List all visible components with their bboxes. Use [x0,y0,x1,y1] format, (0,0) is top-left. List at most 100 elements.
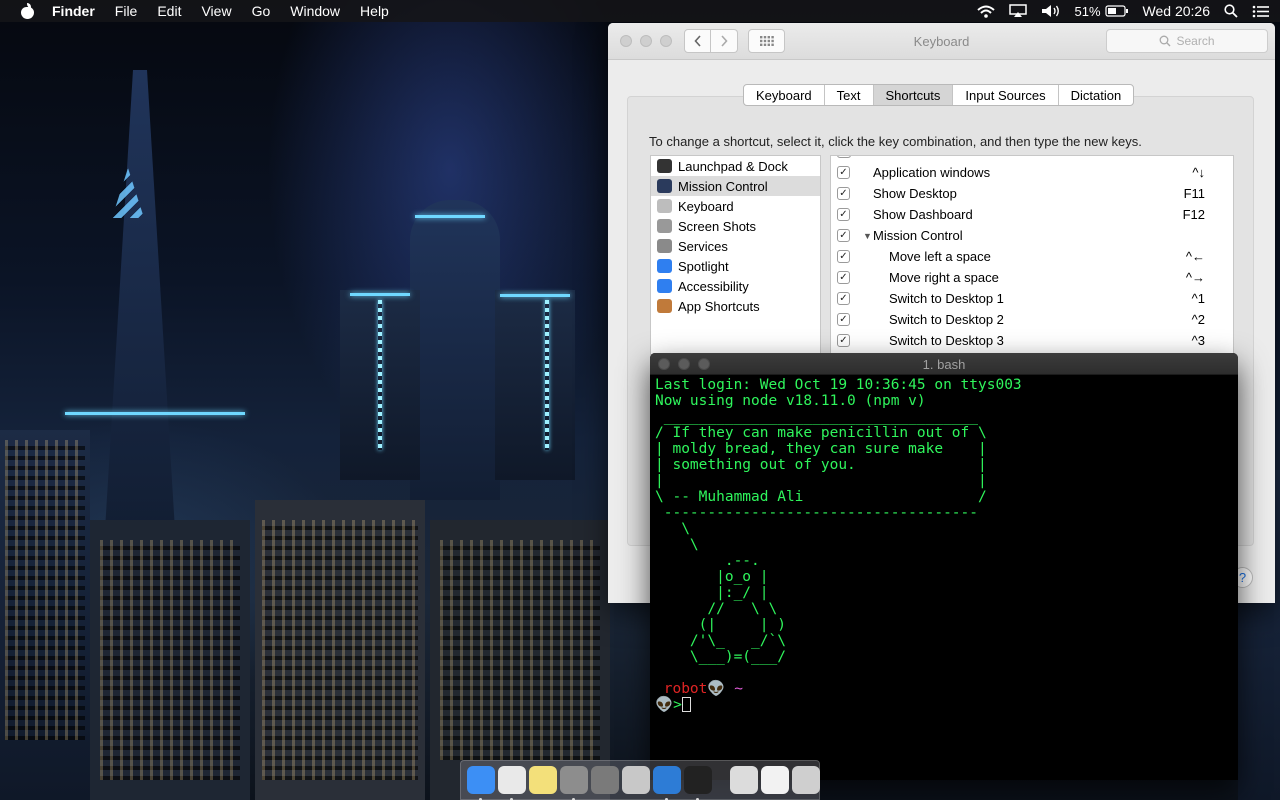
battery-icon[interactable] [1104,5,1129,17]
shortcut-key[interactable]: ^← [1186,249,1205,264]
shortcut-checkbox[interactable]: ✓ [837,250,850,263]
shortcut-row[interactable]: ✓ Application windows ^↓ [831,162,1231,183]
menu-view[interactable]: View [201,3,231,19]
screenshot-icon [657,219,672,233]
volume-icon[interactable] [1041,4,1061,18]
shortcut-label: Switch to Desktop 2 [889,312,1004,327]
disclosure-triangle-icon[interactable]: ▼ [863,231,872,241]
category-label: Keyboard [678,198,734,214]
alien-icon: 👽 [655,697,674,713]
mission-control-icon [657,179,672,193]
category-item[interactable]: Spotlight [651,256,820,276]
shortcut-key[interactable]: F11 [1184,186,1205,201]
category-item[interactable]: Screen Shots [651,216,820,236]
category-item[interactable]: Services [651,236,820,256]
shortcut-key[interactable]: ^→ [1186,270,1205,285]
shortcut-checkbox[interactable]: ✓ [837,229,850,242]
terminal-line: ____________________________________ [655,409,979,425]
launchpad-icon[interactable] [591,766,619,794]
system-preferences-icon[interactable] [560,766,588,800]
search-placeholder: Search [1176,34,1215,48]
downloads-stack-icon[interactable] [730,766,758,794]
category-label: Mission Control [678,178,768,194]
category-item[interactable]: Accessibility [651,276,820,296]
terminal-line: |:_/ | [655,585,769,601]
accessibility-icon [657,279,672,293]
prompt-line: robot👽 ~ [655,681,1234,697]
notes-icon[interactable] [529,766,557,794]
gear-icon [657,239,672,253]
terminal-icon[interactable] [684,766,712,800]
wifi-icon[interactable] [976,5,995,18]
category-item[interactable]: Mission Control [651,176,820,196]
shortcut-row[interactable]: ✓ ▼ Mission Control [831,225,1231,246]
notification-center-icon[interactable] [1252,5,1270,18]
menu-app-name[interactable]: Finder [52,3,95,19]
airplay-icon[interactable] [1008,4,1027,18]
category-item[interactable]: Launchpad & Dock [651,156,820,176]
shortcut-checkbox[interactable]: ✓ [837,187,850,200]
menu-bar: Finder File Edit View Go Window Help 51%… [0,0,1280,22]
menu-window[interactable]: Window [290,3,340,19]
trash-icon[interactable] [792,766,820,794]
category-item[interactable]: App Shortcuts [651,296,820,316]
shortcut-row[interactable]: ✓ Move left a space ^← [831,246,1231,267]
menu-file[interactable]: File [115,3,138,19]
prefs-titlebar[interactable]: Keyboard Search [608,23,1275,60]
terminal-window[interactable]: 1. bash Last login: Wed Oct 19 10:36:45 … [650,353,1238,780]
document-stack-icon[interactable] [761,766,789,794]
tab-keyboard[interactable]: Keyboard [744,85,825,105]
tab-dictation[interactable]: Dictation [1059,85,1134,105]
shortcut-checkbox[interactable]: ✓ [837,166,850,179]
menu-edit[interactable]: Edit [157,3,181,19]
terminal-line: Last login: Wed Oct 19 10:36:45 on ttys0… [655,377,1022,393]
shortcut-checkbox[interactable]: ✓ [837,271,850,284]
shortcut-list[interactable]: ✓ Application windows ^↓ ✓ Show Desktop F11 ✓ S… [830,155,1234,355]
tab-shortcuts[interactable]: Shortcuts [873,85,954,105]
spotlight-search-icon[interactable] [1224,4,1238,18]
terminal-output[interactable]: Last login: Wed Oct 19 10:36:45 on ttys0… [655,377,1234,780]
terminal-line: /'\_ _/`\ [655,633,786,649]
finder-icon[interactable] [467,766,495,800]
category-label: Spotlight [678,258,729,274]
shortcut-key[interactable]: ^1 [1192,291,1205,306]
chrome-icon[interactable] [498,766,526,800]
shortcut-checkbox[interactable]: ✓ [837,313,850,326]
prompt-user: robot [663,681,708,697]
shortcut-checkbox[interactable]: ✓ [837,208,850,221]
vscode-icon[interactable] [653,766,681,800]
shortcut-key[interactable]: F12 [1183,207,1205,222]
tab-input-sources[interactable]: Input Sources [953,85,1059,105]
shortcut-checkbox[interactable]: ✓ [837,334,850,347]
terminal-titlebar[interactable]: 1. bash [650,353,1238,375]
battery-percent[interactable]: 51% [1075,4,1101,19]
terminal-line: .--. [655,553,760,569]
terminal-line: \ [655,537,699,553]
terminal-line: \ [655,521,690,537]
shortcut-key[interactable]: ^↓ [1192,165,1205,180]
prompt-arrow: > [673,697,682,713]
category-item[interactable]: Keyboard [651,196,820,216]
menu-go[interactable]: Go [252,3,271,19]
shortcut-row[interactable]: ✓ Switch to Desktop 2 ^2 [831,309,1231,330]
shortcut-row[interactable]: ✓ Show Desktop F11 [831,183,1231,204]
search-field[interactable]: Search [1106,29,1268,53]
sequel-pro-icon[interactable] [622,766,650,794]
partial-row-checkbox [837,156,851,158]
alien-icon: 👽 [707,681,726,697]
shortcut-key[interactable]: ^3 [1192,333,1205,348]
menubar-clock[interactable]: Wed 20:26 [1143,3,1210,19]
shortcut-row[interactable]: ✓ Show Dashboard F12 [831,204,1231,225]
menu-help[interactable]: Help [360,3,389,19]
shortcut-row[interactable]: ✓ Move right a space ^→ [831,267,1231,288]
terminal-line: | something out of you. | [655,457,987,473]
prompt-input-line[interactable]: 👽> [655,697,1234,713]
shortcut-row[interactable]: ✓ Switch to Desktop 1 ^1 [831,288,1231,309]
tab-text[interactable]: Text [825,85,874,105]
shortcut-key[interactable]: ^2 [1192,312,1205,327]
shortcut-row[interactable]: ✓ Switch to Desktop 3 ^3 [831,330,1231,351]
shortcut-category-list[interactable]: Launchpad & Dock Mission Control Keyboard S… [650,155,821,355]
apple-menu-icon[interactable] [20,3,34,19]
shortcut-checkbox[interactable]: ✓ [837,292,850,305]
